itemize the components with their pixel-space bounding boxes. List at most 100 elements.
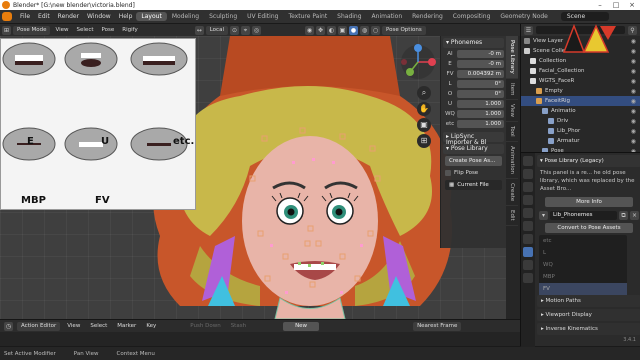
editor-type-icon[interactable]: ⊞ xyxy=(2,25,11,35)
lipsync-panel-header[interactable]: ▸ LipSync Importer & Bl xyxy=(443,132,504,146)
workspace-tab-layout[interactable]: Layout xyxy=(136,12,167,21)
workspace-tab-rendering[interactable]: Rendering xyxy=(407,12,448,21)
sidebar-tab-view[interactable]: View xyxy=(506,100,518,123)
interpolation-dropdown[interactable]: Nearest Frame xyxy=(413,321,462,331)
stash-button[interactable]: Stash xyxy=(228,323,249,329)
camera-view-icon[interactable]: ▣ xyxy=(417,118,431,132)
pose-list-item[interactable]: FV xyxy=(539,283,627,295)
library-name-field[interactable]: Lib_Phonemes xyxy=(550,210,617,220)
minimize-icon[interactable]: – xyxy=(592,1,608,9)
push-down-button[interactable]: Push Down xyxy=(187,323,223,329)
flip-pose-checkbox[interactable]: Flip Pose xyxy=(445,168,502,178)
menu-render[interactable]: Render xyxy=(54,13,83,20)
phoneme-value-field[interactable]: 1.000 xyxy=(457,99,504,108)
visibility-eye-icon[interactable]: ◉ xyxy=(631,58,636,65)
outliner-row[interactable]: Collection ◉ xyxy=(521,56,640,66)
action-menu-marker[interactable]: Marker xyxy=(114,323,139,329)
outliner-row[interactable]: Empty ◉ xyxy=(521,86,640,96)
navigation-gizmo[interactable] xyxy=(400,44,436,80)
phonemes-panel-header[interactable]: ▾ Phonemes xyxy=(443,38,504,48)
sidebar-tab-edit[interactable]: Edit xyxy=(506,206,518,226)
shading-material-icon[interactable]: ◍ xyxy=(359,25,369,35)
output-properties-tab[interactable] xyxy=(523,182,533,192)
bone-properties-tab[interactable] xyxy=(523,260,533,270)
shading-rendered-icon[interactable]: ○ xyxy=(370,25,380,35)
phoneme-value-field[interactable]: 0.004392 m xyxy=(457,69,504,78)
viewport-menu-pose[interactable]: Pose xyxy=(99,27,118,33)
sidebar-tab-create[interactable]: Create xyxy=(506,179,518,207)
close-icon[interactable]: × xyxy=(624,1,640,9)
constraint-properties-tab[interactable] xyxy=(523,273,533,283)
action-menu-view[interactable]: View xyxy=(64,323,83,329)
action-menu-key[interactable]: Key xyxy=(143,323,159,329)
visibility-eye-icon[interactable]: ◉ xyxy=(631,78,636,85)
outliner-row[interactable]: Facial_Collection ◉ xyxy=(521,66,640,76)
proportional-edit-icon[interactable]: ◎ xyxy=(251,25,261,35)
filter-icon[interactable]: ⚲ xyxy=(628,25,637,35)
new-library-icon[interactable]: ⧉ xyxy=(619,210,628,220)
sidebar-tab-animation[interactable]: Animation xyxy=(506,142,518,180)
outliner-row[interactable]: WGTS_FaceR ◉ xyxy=(521,76,640,86)
outliner-row[interactable]: Armatur ◉ xyxy=(521,136,640,146)
mode-selector[interactable]: Pose Mode xyxy=(13,25,51,35)
convert-to-pose-assets-button[interactable]: Convert to Pose Assets xyxy=(545,223,633,233)
workspace-tab-animation[interactable]: Animation xyxy=(367,12,408,21)
visibility-eye-icon[interactable]: ◉ xyxy=(631,88,636,95)
outliner-editor-icon[interactable]: ☰ xyxy=(524,25,533,35)
visibility-eye-icon[interactable]: ◉ xyxy=(631,68,636,75)
phoneme-value-field[interactable]: -0 m xyxy=(457,59,504,68)
pose-options-dropdown[interactable]: Pose Options xyxy=(381,25,426,35)
workspace-tab-compositing[interactable]: Compositing xyxy=(448,12,496,21)
workspace-tab-texture-paint[interactable]: Texture Paint xyxy=(283,12,332,21)
visibility-eye-icon[interactable]: ◉ xyxy=(631,38,636,45)
more-info-button[interactable]: More Info xyxy=(545,197,633,207)
visibility-icon[interactable]: ◉ xyxy=(304,25,314,35)
shading-solid-icon[interactable]: ● xyxy=(348,25,358,35)
object-properties-tab[interactable] xyxy=(523,221,533,231)
menu-file[interactable]: File xyxy=(16,13,34,20)
world-properties-tab[interactable] xyxy=(523,208,533,218)
workspace-tab-sculpting[interactable]: Sculpting xyxy=(204,12,242,21)
maximize-icon[interactable]: □ xyxy=(608,1,624,9)
viewport-menu-rigify[interactable]: Rigify xyxy=(119,27,140,33)
tool-properties-tab[interactable] xyxy=(523,156,533,166)
phoneme-value-field[interactable]: 0° xyxy=(457,79,504,88)
visibility-eye-icon[interactable]: ◉ xyxy=(631,128,636,135)
dope-sheet-area[interactable] xyxy=(0,332,520,346)
pose-list-item[interactable]: WQ xyxy=(539,259,627,271)
visibility-eye-icon[interactable]: ◉ xyxy=(631,98,636,105)
armature-properties-tab[interactable] xyxy=(523,247,533,257)
motion-paths-panel[interactable]: ▸ Motion Paths xyxy=(537,295,640,307)
transform-orientation-dropdown[interactable]: Local xyxy=(205,25,228,35)
viewport-menu-select[interactable]: Select xyxy=(74,27,97,33)
checkbox-box[interactable] xyxy=(445,170,451,176)
inverse-kinematics-panel[interactable]: ▸ Inverse Kinematics xyxy=(537,323,640,335)
phoneme-value-field[interactable]: 1.000 xyxy=(457,119,504,128)
zoom-icon[interactable]: ⌕ xyxy=(417,86,431,100)
menu-help[interactable]: Help xyxy=(115,13,137,20)
pose-list-item[interactable]: etc xyxy=(539,235,627,247)
outliner-row[interactable]: Driv ◉ xyxy=(521,116,640,126)
modifier-properties-tab[interactable] xyxy=(523,234,533,244)
viewport-display-panel[interactable]: ▸ Viewport Display xyxy=(537,309,640,321)
sidebar-tab-item[interactable]: Item xyxy=(506,79,518,101)
perspective-grid-icon[interactable]: ⊞ xyxy=(417,134,431,148)
action-menu-select[interactable]: Select xyxy=(87,323,110,329)
menu-window[interactable]: Window xyxy=(83,13,115,20)
new-action-button[interactable]: New xyxy=(283,321,320,331)
blender-menu-icon[interactable] xyxy=(2,12,12,21)
workspace-tab-geometry-nodes[interactable]: Geometry Node xyxy=(495,12,552,21)
xray-icon[interactable]: ▣ xyxy=(337,25,347,35)
pose-library-legacy-header[interactable]: ▾ Pose Library (Legacy) xyxy=(537,155,640,167)
workspace-tab-uv-editing[interactable]: UV Editing xyxy=(242,12,283,21)
pan-hand-icon[interactable]: ✋ xyxy=(417,102,431,116)
editor-type-icon[interactable]: ◷ xyxy=(4,321,13,331)
workspace-tab-shading[interactable]: Shading xyxy=(332,12,366,21)
scene-properties-tab[interactable] xyxy=(523,195,533,205)
phoneme-value-field[interactable]: 1.000 xyxy=(457,109,504,118)
visibility-eye-icon[interactable]: ◉ xyxy=(631,48,636,55)
phoneme-value-field[interactable]: -0 m xyxy=(457,49,504,58)
visibility-eye-icon[interactable]: ◉ xyxy=(631,138,636,145)
pivot-icon[interactable]: ⊙ xyxy=(229,25,239,35)
gizmo-toggle-icon[interactable]: ✥ xyxy=(315,25,325,35)
